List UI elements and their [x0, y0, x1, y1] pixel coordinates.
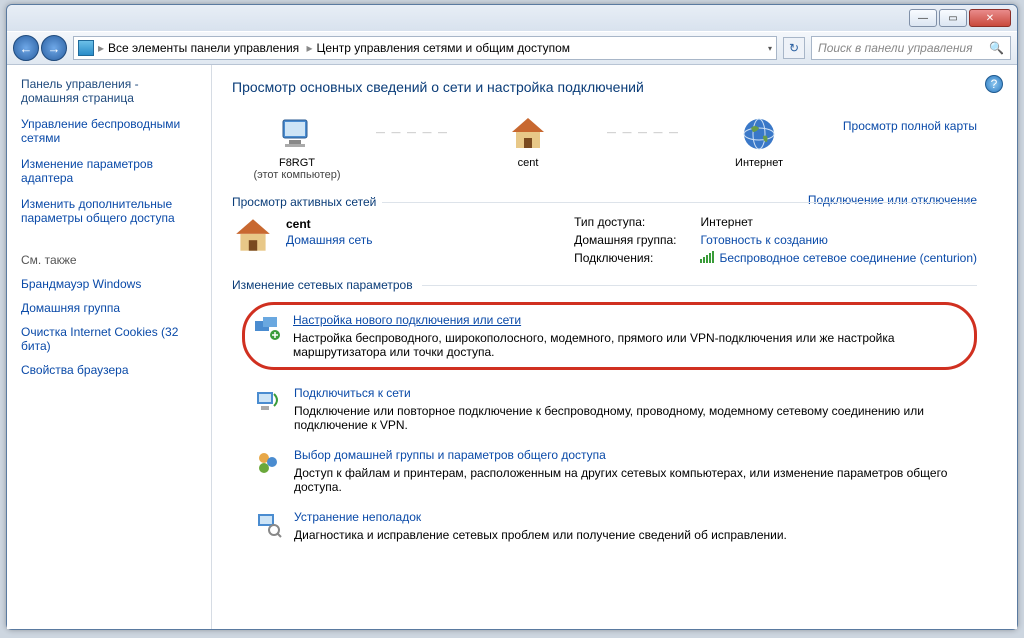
forward-button[interactable]: → [41, 35, 67, 61]
connections-value-link[interactable]: Беспроводное сетевое соединение (centuri… [700, 251, 977, 266]
connection-line: — — — — — [376, 127, 449, 137]
computer-name: F8RGT [279, 157, 315, 169]
task-troubleshoot-desc: Диагностика и исправление сетевых пробле… [294, 528, 787, 542]
sidebar-link-sharing[interactable]: Изменить дополнительные параметры общего… [21, 197, 197, 225]
see-also-firewall[interactable]: Брандмауэр Windows [21, 277, 197, 291]
control-panel-window: — ▭ ✕ ← → ▸ Все элементы панели управлен… [6, 4, 1018, 630]
computer-sublabel: (этот компьютер) [253, 169, 340, 181]
page-title: Просмотр основных сведений о сети и наст… [232, 79, 977, 95]
new-connection-icon [253, 313, 281, 341]
titlebar[interactable]: — ▭ ✕ [7, 5, 1017, 31]
task-homegroup-link[interactable]: Выбор домашней группы и параметров общег… [294, 448, 977, 462]
signal-icon [700, 251, 715, 266]
task-new-connection-desc: Настройка беспроводного, широкополосного… [293, 331, 958, 359]
house-icon [232, 215, 274, 257]
connections-label: Подключения: [574, 251, 676, 266]
task-connect-desc: Подключение или повторное подключение к … [294, 404, 977, 432]
sidebar-link-adapter[interactable]: Изменение параметров адаптера [21, 157, 197, 185]
back-button[interactable]: ← [13, 35, 39, 61]
search-placeholder: Поиск в панели управления [818, 41, 973, 55]
content-area: ? Просмотр основных сведений о сети и на… [212, 65, 1017, 629]
sidebar-link-wireless[interactable]: Управление беспроводными сетями [21, 117, 197, 145]
homegroup-value-link[interactable]: Готовность к созданию [700, 233, 977, 247]
help-icon[interactable]: ? [985, 75, 1003, 93]
homegroup-icon [254, 448, 282, 476]
network-name: cent [518, 157, 539, 169]
minimize-button[interactable]: — [909, 9, 937, 27]
address-bar[interactable]: ▸ Все элементы панели управления ▸ Центр… [73, 36, 777, 60]
access-type-label: Тип доступа: [574, 215, 676, 229]
search-icon: 🔍 [989, 41, 1004, 55]
task-new-connection-highlighted: Настройка нового подключения или сети На… [242, 302, 977, 370]
globe-icon [738, 113, 780, 155]
navbar: ← → ▸ Все элементы панели управления ▸ Ц… [7, 31, 1017, 65]
see-also-label: См. также [21, 253, 197, 267]
see-also-cookies[interactable]: Очистка Internet Cookies (32 бита) [21, 325, 197, 353]
task-troubleshoot: Устранение неполадок Диагностика и испра… [254, 510, 977, 542]
connect-icon [254, 386, 282, 414]
active-network-name: cent [286, 217, 372, 231]
full-map-link[interactable]: Просмотр полной карты [843, 119, 977, 133]
maximize-button[interactable]: ▭ [939, 9, 967, 27]
see-also-homegroup[interactable]: Домашняя группа [21, 301, 197, 315]
network-icon [78, 40, 94, 56]
task-connect: Подключиться к сети Подключение или повт… [254, 386, 977, 432]
breadcrumb-level2[interactable]: Центр управления сетями и общим доступом [317, 41, 571, 55]
task-troubleshoot-link[interactable]: Устранение неполадок [294, 510, 787, 524]
address-dropdown-icon[interactable]: ▾ [768, 44, 772, 53]
homegroup-label: Домашняя группа: [574, 233, 676, 247]
change-settings-section: Изменение сетевых параметров [232, 278, 977, 292]
active-network-type-link[interactable]: Домашняя сеть [286, 233, 372, 247]
search-box[interactable]: Поиск в панели управления 🔍 [811, 36, 1011, 60]
access-type-value: Интернет [700, 215, 977, 229]
refresh-button[interactable]: ↻ [783, 37, 805, 59]
task-new-connection-link[interactable]: Настройка нового подключения или сети [293, 313, 958, 327]
task-homegroup-desc: Доступ к файлам и принтерам, расположенн… [294, 466, 977, 494]
breadcrumb-level1[interactable]: Все элементы панели управления ▸ [108, 41, 313, 55]
internet-label: Интернет [735, 157, 783, 169]
task-connect-link[interactable]: Подключиться к сети [294, 386, 977, 400]
computer-icon [276, 113, 318, 155]
troubleshoot-icon [254, 510, 282, 538]
active-networks-section: Просмотр активных сетей Подключение или … [232, 195, 977, 209]
see-also-browser[interactable]: Свойства браузера [21, 363, 197, 377]
close-button[interactable]: ✕ [969, 9, 1011, 27]
sidebar: Панель управления - домашняя страница Уп… [7, 65, 212, 629]
network-map: F8RGT (этот компьютер) — — — — — cent — … [232, 113, 977, 181]
task-homegroup: Выбор домашней группы и параметров общег… [254, 448, 977, 494]
connect-disconnect-link[interactable]: Подключение или отключение [800, 193, 977, 207]
active-network-row: cent Домашняя сеть Тип доступа: Интернет… [232, 215, 977, 266]
house-icon [507, 113, 549, 155]
connection-line: — — — — — [607, 127, 680, 137]
control-panel-home-link[interactable]: Панель управления - домашняя страница [21, 77, 197, 105]
